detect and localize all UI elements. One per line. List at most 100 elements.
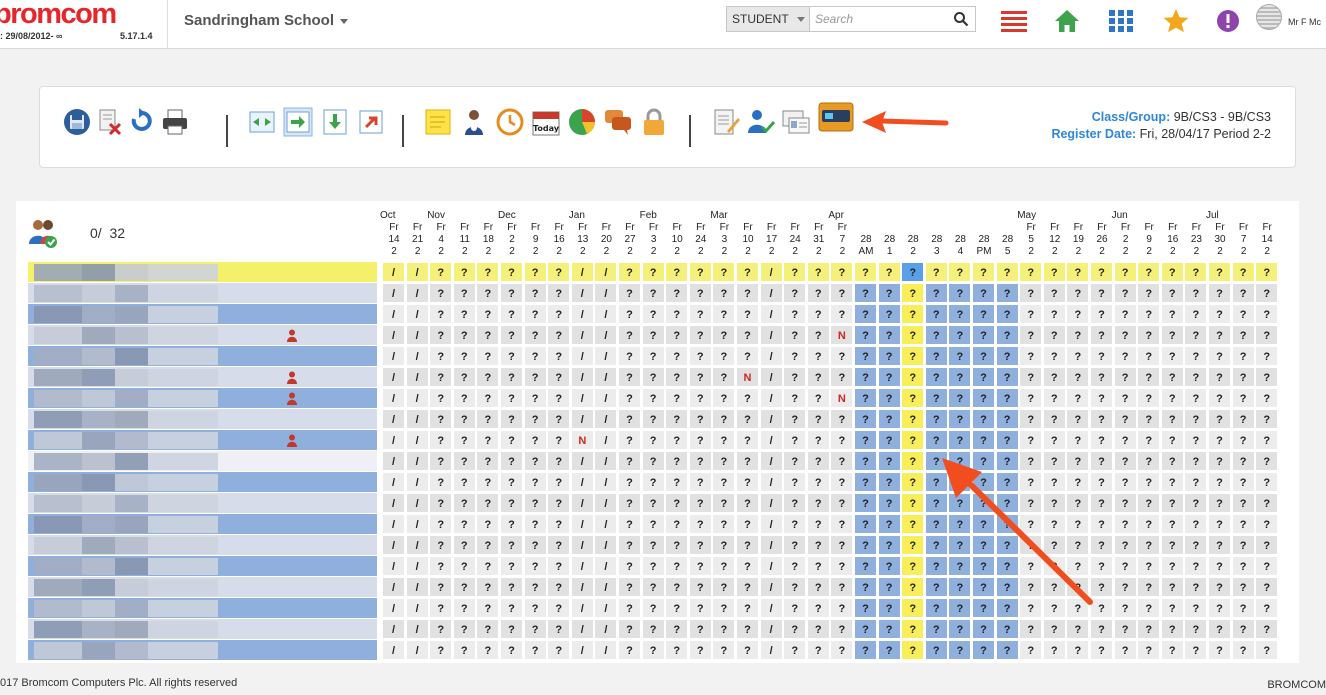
attendance-mark[interactable]: ? xyxy=(972,367,995,387)
attendance-mark[interactable]: ? xyxy=(547,304,571,324)
attendance-mark[interactable]: ? xyxy=(877,325,901,345)
attendance-mark[interactable]: / xyxy=(759,283,783,303)
attendance-mark[interactable]: ? xyxy=(877,577,901,597)
attendance-mark[interactable]: ? xyxy=(1066,556,1090,576)
attendance-mark[interactable]: / xyxy=(382,304,405,324)
attendance-mark[interactable]: ? xyxy=(1019,556,1043,576)
attendance-mark[interactable]: ? xyxy=(1231,577,1255,597)
attendance-mark[interactable]: ? xyxy=(641,493,665,513)
attendance-mark[interactable]: ? xyxy=(1019,535,1043,555)
attendance-mark[interactable]: / xyxy=(382,283,405,303)
attendance-mark[interactable]: ? xyxy=(1137,451,1161,471)
date-column-header[interactable]: 28 AM xyxy=(854,222,878,258)
attendance-mark[interactable]: ? xyxy=(1255,430,1279,450)
attendance-mark[interactable]: ? xyxy=(618,325,641,345)
attendance-mark[interactable]: ? xyxy=(712,388,736,408)
attendance-mark[interactable]: ? xyxy=(547,472,571,492)
date-column-header[interactable]: Fr 9 2 xyxy=(524,222,548,258)
attendance-mark[interactable]: ? xyxy=(924,535,948,555)
attendance-mark[interactable]: ? xyxy=(688,430,712,450)
attendance-mark[interactable]: ? xyxy=(429,388,453,408)
attendance-mark[interactable]: ? xyxy=(618,451,641,471)
attendance-mark[interactable]: ? xyxy=(1113,640,1137,660)
attendance-mark[interactable]: ? xyxy=(688,514,712,534)
attendance-mark[interactable]: / xyxy=(759,472,783,492)
date-column-header[interactable]: Fr 3 2 xyxy=(642,222,666,258)
attendance-mark[interactable]: ? xyxy=(500,409,523,429)
attendance-mark[interactable]: / xyxy=(570,493,594,513)
attendance-mark[interactable]: ? xyxy=(830,493,854,513)
attendance-mark[interactable]: ? xyxy=(736,283,759,303)
attendance-mark[interactable]: ? xyxy=(618,556,641,576)
attendance-mark[interactable]: ? xyxy=(877,472,901,492)
delete-icon[interactable] xyxy=(95,107,125,137)
attendance-mark[interactable]: ? xyxy=(995,304,1019,324)
student-row[interactable] xyxy=(28,262,377,283)
attendance-mark[interactable]: ? xyxy=(665,304,689,324)
attendance-mark[interactable]: ? xyxy=(1042,577,1066,597)
student-row[interactable] xyxy=(28,388,377,409)
attendance-mark[interactable]: ? xyxy=(924,367,948,387)
attendance-mark[interactable]: ? xyxy=(806,472,830,492)
attendance-mark[interactable]: ? xyxy=(1137,409,1161,429)
attendance-mark[interactable]: ? xyxy=(924,409,948,429)
attendance-mark[interactable]: / xyxy=(382,493,405,513)
attendance-mark[interactable]: ? xyxy=(1042,304,1066,324)
attendance-mark[interactable]: ? xyxy=(1019,283,1043,303)
attendance-mark[interactable]: ? xyxy=(618,619,641,639)
attendance-mark[interactable]: ? xyxy=(854,535,877,555)
attendance-mark[interactable]: ? xyxy=(1113,367,1137,387)
attendance-mark[interactable]: ? xyxy=(1255,304,1279,324)
attendance-mark[interactable]: ? xyxy=(452,598,476,618)
attendance-mark[interactable]: ? xyxy=(452,451,476,471)
attendance-mark[interactable]: ? xyxy=(1231,556,1255,576)
attendance-mark[interactable]: ? xyxy=(830,514,854,534)
attendance-mark[interactable]: ? xyxy=(1137,472,1161,492)
attendance-mark[interactable]: ? xyxy=(500,346,523,366)
attendance-mark[interactable]: ? xyxy=(452,346,476,366)
attendance-mark[interactable]: ? xyxy=(712,325,736,345)
attendance-mark[interactable]: ? xyxy=(901,451,925,471)
attendance-mark[interactable]: ? xyxy=(1137,598,1161,618)
attendance-mark[interactable]: ? xyxy=(783,304,807,324)
attendance-mark[interactable]: ? xyxy=(806,409,830,429)
alert-icon[interactable] xyxy=(1214,8,1242,34)
attendance-mark[interactable]: ? xyxy=(1019,346,1043,366)
attendance-mark[interactable]: ? xyxy=(500,640,523,660)
attendance-mark[interactable]: / xyxy=(570,304,594,324)
date-column-header[interactable]: 28 1 xyxy=(878,222,902,258)
attendance-mark[interactable]: ? xyxy=(901,388,925,408)
attendance-mark[interactable]: ? xyxy=(1184,346,1208,366)
attendance-mark[interactable]: ? xyxy=(1184,619,1208,639)
date-column-header[interactable]: Fr 27 2 xyxy=(618,222,642,258)
attendance-mark[interactable]: ? xyxy=(877,556,901,576)
attendance-mark[interactable]: ? xyxy=(641,577,665,597)
attendance-mark[interactable]: ? xyxy=(712,640,736,660)
attendance-mark[interactable]: ? xyxy=(523,409,547,429)
attendance-mark[interactable]: N xyxy=(736,367,759,387)
attendance-mark[interactable]: ? xyxy=(901,472,925,492)
attendance-mark[interactable]: ? xyxy=(995,346,1019,366)
attendance-mark[interactable]: / xyxy=(594,262,618,282)
comments-icon[interactable] xyxy=(603,107,633,137)
attendance-mark[interactable]: ? xyxy=(1255,367,1279,387)
attendance-mark[interactable]: ? xyxy=(995,472,1019,492)
attendance-mark[interactable]: ? xyxy=(901,640,925,660)
attendance-mark[interactable]: ? xyxy=(1184,535,1208,555)
attendance-mark[interactable]: ? xyxy=(1019,304,1043,324)
attendance-mark[interactable]: ? xyxy=(523,430,547,450)
attendance-mark[interactable]: ? xyxy=(476,640,500,660)
attendance-mark[interactable]: ? xyxy=(1113,283,1137,303)
attendance-mark[interactable]: ? xyxy=(1255,577,1279,597)
attendance-mark[interactable]: ? xyxy=(618,262,641,282)
late-minutes-clock-icon[interactable] xyxy=(495,107,525,137)
attendance-mark[interactable]: / xyxy=(405,325,429,345)
attendance-mark[interactable]: ? xyxy=(924,640,948,660)
attendance-mark[interactable]: ? xyxy=(452,304,476,324)
attendance-mark[interactable]: ? xyxy=(806,430,830,450)
attendance-mark[interactable]: ? xyxy=(948,451,972,471)
attendance-mark[interactable]: ? xyxy=(1208,556,1231,576)
attendance-mark[interactable]: ? xyxy=(688,367,712,387)
attendance-mark[interactable]: ? xyxy=(523,346,547,366)
attendance-mark[interactable]: ? xyxy=(877,346,901,366)
